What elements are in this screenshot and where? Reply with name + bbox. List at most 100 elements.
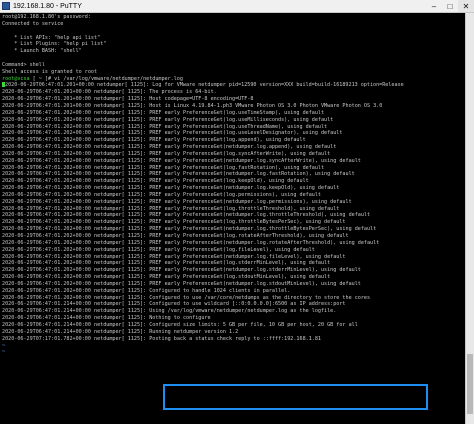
- log-timestamp: 2020-06-29T06:47:01.202+00:00: [2, 191, 91, 198]
- log-process: netdumper[ 1125]:: [94, 130, 147, 137]
- close-button[interactable]: ✕: [458, 0, 474, 12]
- log-line: 2020-06-29T06:47:01.202+00:00 netdumper[…: [2, 137, 466, 144]
- log-timestamp: 2020-06-29T06:47:01.202+00:00: [2, 171, 91, 178]
- log-message: PREF early PreferenceGet(log.throttleThr…: [149, 205, 340, 212]
- log-timestamp: 2020-06-29T06:47:01.202+00:00: [2, 185, 91, 192]
- log-timestamp: 2020-06-29T06:47:01.214+00:00: [2, 321, 91, 328]
- log-message: PREF early PreferenceGet(log.useLevelDes…: [149, 130, 343, 137]
- log-process: netdumper[ 1125]:: [94, 315, 147, 322]
- log-message: PREF early PreferenceGet(netdumper.log.s…: [149, 267, 361, 274]
- log-message: PREF early PreferenceGet(netdumper.log.s…: [149, 280, 361, 287]
- log-timestamp: 2020-06-29T06:47:01.202+00:00: [2, 123, 91, 130]
- header-line: Connected to service: [2, 21, 466, 28]
- log-process: netdumper[ 1125]:: [94, 212, 147, 219]
- log-process: netdumper[ 1125]:: [94, 116, 147, 123]
- log-process: netdumper[ 1125]:: [94, 321, 147, 328]
- window-title: 192.168.1.80 - PuTTY: [13, 2, 82, 10]
- log-process: netdumper[ 1125]:: [94, 191, 147, 198]
- log-process: netdumper[ 1125]:: [94, 89, 147, 96]
- log-message: PREF early PreferenceGet(log.syncAfterWr…: [149, 150, 331, 157]
- log-message: Nothing to configure: [149, 315, 211, 322]
- header-text: Command> shell: [2, 61, 45, 68]
- empty-buffer-line: ~: [2, 349, 466, 356]
- log-message: PREF early PreferenceGet(log.useThreadNa…: [149, 123, 328, 130]
- putty-icon: [2, 2, 10, 10]
- header-line: [2, 55, 466, 62]
- log-message: PREF early PreferenceGet(log.throttleByt…: [149, 219, 346, 226]
- log-message: Configured to use wildcard [::0:0.0.0.0]…: [149, 301, 346, 308]
- log-message: PREF early PreferenceGet(netdumper.log.k…: [149, 185, 340, 192]
- header-text: * Launch BASH: "shell": [2, 48, 82, 55]
- log-timestamp: 2020-06-29T06:47:01.202+00:00: [2, 178, 91, 185]
- log-timestamp: 2020-06-29T06:47:01.214+00:00: [2, 315, 91, 322]
- maximize-button[interactable]: □: [442, 0, 458, 12]
- terminal-output[interactable]: root@192.168.1.80's password: Connected t…: [0, 13, 466, 424]
- log-line: 2020-06-29T06:47:01.202+00:00 netdumper[…: [2, 151, 466, 158]
- log-timestamp: 2020-06-29T06:47:01.201+00:00: [5, 82, 94, 89]
- prompt-command: [ ~ ]# vi /var/log/vmware/netdumper/netd…: [29, 75, 183, 82]
- log-message: PREF early PreferenceGet(log.stderrMinLe…: [149, 260, 331, 267]
- log-process: netdumper[ 1125]:: [94, 226, 147, 233]
- log-line: 2020-06-29T06:47:01.202+00:00 netdumper[…: [2, 144, 466, 151]
- log-line: 2020-06-29T06:47:01.202+00:00 netdumper[…: [2, 247, 466, 254]
- shell-prompt: root@vcsa [ ~ ]# vi /var/log/vmware/netd…: [2, 76, 466, 83]
- log-message: PREF early PreferenceGet(log.stdoutMinLe…: [149, 274, 331, 281]
- log-line: 2020-06-29T06:47:01.201+00:00 netdumper[…: [2, 96, 466, 103]
- log-timestamp: 2020-06-29T06:47:01.202+00:00: [2, 109, 91, 116]
- header-text: root@192.168.1.80's password:: [2, 14, 91, 20]
- log-line: 2020-06-29T06:47:01.202+00:00 netdumper[…: [2, 206, 466, 213]
- log-timestamp: 2020-06-29T06:47:01.202+00:00: [2, 294, 91, 301]
- log-line: 2020-06-29T06:47:01.202+00:00 netdumper[…: [2, 185, 466, 192]
- log-message: Configured size limits: 5 GB per file, 1…: [149, 321, 358, 328]
- log-process: netdumper[ 1125]:: [94, 123, 147, 130]
- log-process: netdumper[ 1125]:: [94, 198, 147, 205]
- log-process: netdumper[ 1125]:: [94, 233, 147, 239]
- header-line: * List Plugins: "help pi list": [2, 41, 466, 48]
- log-message: PREF early PreferenceGet(netdumper.log.t…: [149, 226, 377, 233]
- log-line: 2020-06-29T06:47:01.202+00:00 netdumper[…: [2, 130, 466, 137]
- vertical-scrollbar[interactable]: [465, 13, 474, 424]
- log-line: 2020-06-29T06:47:01.214+00:00 netdumper[…: [2, 329, 466, 336]
- log-process: netdumper[ 1125]:: [94, 267, 147, 274]
- log-timestamp: 2020-06-29T06:47:01.202+00:00: [2, 150, 91, 157]
- log-message: PREF early PreferenceGet(log.rotateAfter…: [149, 233, 349, 239]
- log-message: PREF early PreferenceGet(log.keepOld), u…: [149, 178, 309, 185]
- log-process: netdumper[ 1125]:: [94, 150, 147, 157]
- header-line: * Launch BASH: "shell": [2, 48, 466, 55]
- log-timestamp: 2020-06-29T06:47:01.201+00:00: [2, 102, 91, 109]
- log-timestamp: 2020-06-29T06:47:01.202+00:00: [2, 260, 91, 267]
- log-timestamp: 2020-06-29T06:47:01.202+00:00: [2, 267, 91, 274]
- log-line: 2020-06-29T06:47:01.201+00:00 netdumper[…: [2, 103, 466, 110]
- log-timestamp: 2020-06-29T06:47:01.202+00:00: [2, 212, 91, 219]
- log-process: netdumper[ 1125]:: [94, 301, 147, 308]
- log-message: Log for VMware netdumper pid=12590 versi…: [152, 82, 404, 89]
- log-line: 2020-06-29T06:47:01.202+00:00 netdumper[…: [2, 288, 466, 295]
- log-line: 2020-06-29T06:47:01.202+00:00 netdumper[…: [2, 274, 466, 281]
- log-message: PREF early PreferenceGet(netdumper.log.s…: [149, 157, 361, 164]
- log-message: PREF early PreferenceGet(log.append), us…: [149, 137, 306, 144]
- log-timestamp: 2020-06-29T06:47:01.202+00:00: [2, 239, 91, 246]
- prompt-user: root@vcsa: [2, 75, 30, 82]
- log-timestamp: 2020-06-29T06:47:01.202+00:00: [2, 246, 91, 253]
- log-process: netdumper[ 1125]:: [94, 308, 147, 315]
- log-process: netdumper[ 1125]:: [94, 185, 147, 192]
- log-process: netdumper[ 1125]:: [94, 239, 147, 246]
- log-timestamp: 2020-06-29T06:47:01.202+00:00: [2, 233, 91, 239]
- log-process: netdumper[ 1125]:: [94, 205, 147, 212]
- log-process: netdumper[ 1125]:: [94, 287, 147, 294]
- minimize-button[interactable]: –: [426, 0, 442, 12]
- header-text: * List Plugins: "help pi list": [2, 41, 107, 48]
- log-line: 2020-06-29T06:47:01.214+00:00 netdumper[…: [2, 308, 466, 315]
- log-message: PREF early PreferenceGet(netdumper.log.f…: [149, 171, 355, 178]
- log-message: PREF early PreferenceGet(netdumper.log.t…: [149, 212, 371, 219]
- window-titlebar[interactable]: 192.168.1.80 - PuTTY – □ ✕: [0, 0, 474, 13]
- log-timestamp: 2020-06-29T06:47:01.202+00:00: [2, 144, 91, 151]
- log-line: 2020-06-29T06:47:01.202+00:00 netdumper[…: [2, 260, 466, 267]
- log-line: 2020-06-29T06:47:01.201+00:00 netdumper[…: [2, 82, 466, 89]
- log-line: 2020-06-29T06:47:01.202+00:00 netdumper[…: [2, 199, 466, 206]
- log-line: 2020-06-29T07:17:01.782+00:00 netdumper[…: [2, 336, 466, 343]
- log-timestamp: 2020-06-29T06:47:01.202+00:00: [2, 219, 91, 226]
- log-line: 2020-06-29T06:47:01.202+00:00 netdumper[…: [2, 295, 466, 302]
- scrollbar-thumb[interactable]: [467, 354, 473, 414]
- log-timestamp: 2020-06-29T06:47:01.202+00:00: [2, 287, 91, 294]
